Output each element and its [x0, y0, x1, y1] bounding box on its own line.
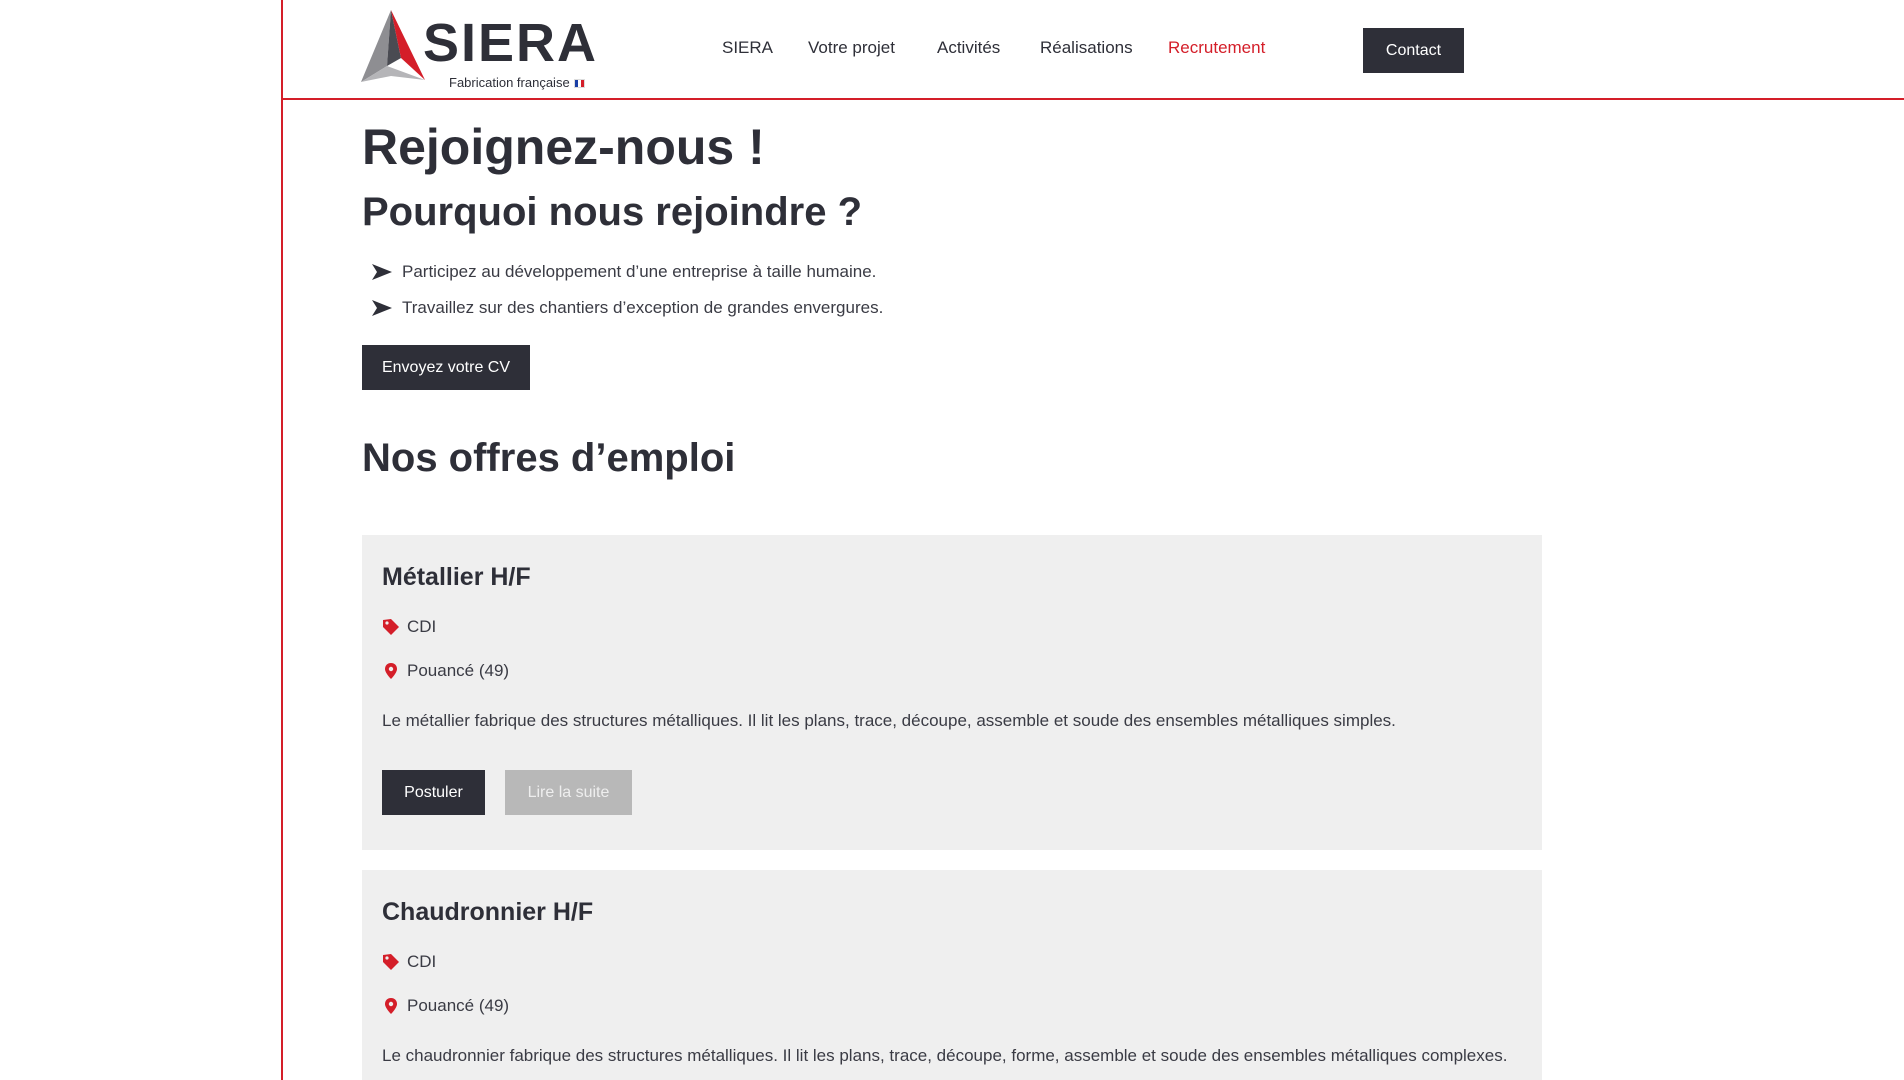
nav-item-activites[interactable]: Activités: [937, 38, 1000, 58]
nav-item-siera[interactable]: SIERA: [722, 38, 773, 58]
site-logo[interactable]: SIERA Fabrication française: [361, 8, 596, 92]
nav-item-votre-projet[interactable]: Votre projet: [808, 38, 895, 58]
job-contract: CDI: [382, 952, 436, 972]
job-description: Le métallier fabrique des structures mét…: [382, 711, 1396, 730]
job-card: Chaudronnier H/F CDI Pouancé (49) Le cha…: [362, 870, 1542, 1080]
benefit-text: Participez au développement d’une entrep…: [402, 262, 877, 281]
header-divider-line: [281, 98, 1904, 100]
apply-button[interactable]: Postuler: [382, 770, 485, 815]
job-title: Métallier H/F: [382, 563, 531, 591]
job-title: Chaudronnier H/F: [382, 898, 594, 926]
logo-wordmark: SIERA: [423, 13, 599, 73]
arrow-right-icon: [372, 264, 392, 280]
benefit-item: Participez au développement d’une entrep…: [372, 262, 876, 282]
nav-item-recrutement[interactable]: Recrutement: [1168, 38, 1265, 58]
job-location: Pouancé (49): [382, 996, 509, 1016]
nav-item-realisations[interactable]: Réalisations: [1040, 38, 1133, 58]
read-more-button[interactable]: Lire la suite: [505, 770, 632, 815]
benefit-text: Travaillez sur des chantiers d’exception…: [402, 298, 884, 317]
benefit-item: Travaillez sur des chantiers d’exception…: [372, 298, 883, 318]
logo-triangle-icon: [361, 10, 425, 82]
job-location: Pouancé (49): [382, 661, 509, 681]
contact-button[interactable]: Contact: [1363, 28, 1464, 73]
job-description: Le chaudronnier fabrique des structures …: [382, 1046, 1508, 1065]
french-flag-icon: [573, 79, 585, 89]
job-offers-heading: Nos offres d’emploi: [362, 436, 736, 480]
page-title: Rejoignez-nous !: [362, 119, 765, 175]
arrow-right-icon: [372, 300, 392, 316]
job-card: Métallier H/F CDI Pouancé (49) Le métall…: [362, 535, 1542, 850]
location-pin-icon: [385, 663, 397, 679]
why-join-heading: Pourquoi nous rejoindre ?: [362, 190, 862, 234]
location-pin-icon: [385, 998, 397, 1014]
send-cv-button[interactable]: Envoyez votre CV: [362, 345, 530, 390]
tag-icon: [383, 619, 399, 635]
logo-tagline: Fabrication française: [449, 75, 585, 90]
job-contract: CDI: [382, 617, 436, 637]
site-header: SIERA Fabrication française SIERA Votre …: [0, 0, 1904, 98]
decorative-vertical-line: [281, 0, 283, 1080]
tag-icon: [383, 954, 399, 970]
